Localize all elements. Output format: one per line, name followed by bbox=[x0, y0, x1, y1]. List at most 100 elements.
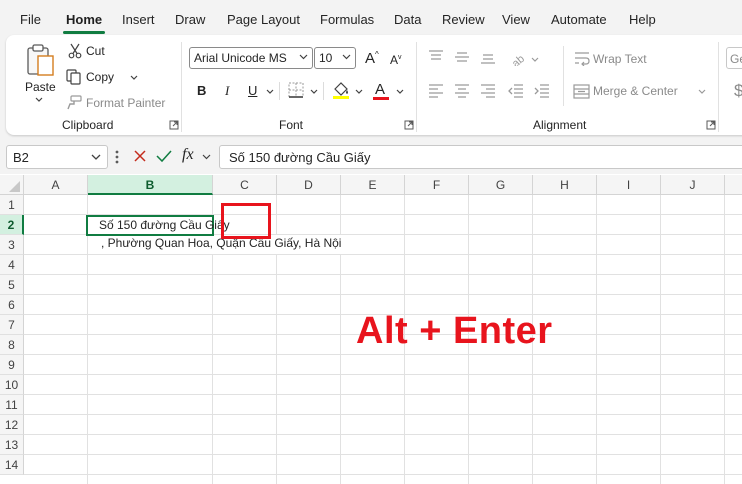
select-all-corner[interactable] bbox=[0, 175, 24, 195]
fill-color-chevron-down-icon[interactable] bbox=[355, 89, 363, 95]
scissors-icon[interactable] bbox=[68, 43, 82, 59]
gridline bbox=[24, 454, 742, 455]
copy-chevron-down-icon[interactable] bbox=[130, 75, 138, 81]
name-box-chevron-down-icon[interactable] bbox=[91, 154, 101, 161]
number-format-dropdown[interactable]: Ge bbox=[726, 47, 742, 69]
borders-icon[interactable] bbox=[288, 82, 304, 98]
fx-chevron-down-icon[interactable] bbox=[202, 154, 211, 160]
formula-input[interactable]: Số 150 đường Cầu Giấy bbox=[219, 145, 742, 169]
tab-home[interactable]: Home bbox=[66, 12, 102, 27]
underline-button[interactable]: U bbox=[248, 83, 257, 98]
enter-check-icon[interactable] bbox=[156, 149, 172, 163]
cancel-icon[interactable] bbox=[133, 149, 147, 163]
row-header-9[interactable]: 9 bbox=[0, 355, 24, 375]
font-color-chevron-down-icon[interactable] bbox=[396, 89, 404, 95]
middle-align-icon[interactable] bbox=[454, 50, 470, 64]
column-header-h[interactable]: H bbox=[533, 175, 597, 195]
column-header-k[interactable] bbox=[725, 175, 742, 195]
gridline bbox=[660, 195, 661, 484]
tab-file[interactable]: File bbox=[20, 12, 41, 27]
ribbon-separator bbox=[181, 42, 182, 132]
font-launcher-icon[interactable] bbox=[404, 120, 414, 130]
bold-button[interactable]: B bbox=[197, 83, 206, 98]
column-header-i[interactable]: I bbox=[597, 175, 661, 195]
font-separator bbox=[323, 82, 324, 100]
tab-view[interactable]: View bbox=[502, 12, 530, 27]
font-name-dropdown[interactable]: Arial Unicode MS bbox=[189, 47, 313, 69]
decrease-font-size-icon: A bbox=[390, 53, 399, 67]
copy-button[interactable]: Copy bbox=[86, 70, 114, 84]
clipboard-group-label: Clipboard bbox=[62, 118, 114, 132]
fill-color-icon[interactable] bbox=[332, 81, 350, 100]
decrease-indent-icon[interactable] bbox=[508, 84, 524, 98]
row-header-6[interactable]: 6 bbox=[0, 295, 24, 315]
column-header-c[interactable]: C bbox=[213, 175, 277, 195]
insert-function-button[interactable]: fx bbox=[182, 146, 194, 164]
merge-center-button[interactable]: Merge & Center bbox=[593, 84, 678, 98]
increase-indent-icon[interactable] bbox=[534, 84, 550, 98]
column-header-b[interactable]: B bbox=[88, 175, 213, 195]
row-header-13[interactable]: 13 bbox=[0, 435, 24, 455]
orientation-chevron-down-icon[interactable] bbox=[531, 57, 539, 63]
font-size-value: 10 bbox=[319, 51, 333, 65]
italic-button[interactable]: I bbox=[225, 83, 229, 99]
clipboard-launcher-icon[interactable] bbox=[169, 120, 179, 130]
wrap-text-button[interactable]: Wrap Text bbox=[593, 52, 647, 66]
more-options-icon[interactable] bbox=[115, 150, 119, 164]
wrap-text-icon[interactable] bbox=[574, 51, 590, 66]
tab-help[interactable]: Help bbox=[629, 12, 656, 27]
column-header-j[interactable]: J bbox=[661, 175, 725, 195]
row-header-8[interactable]: 8 bbox=[0, 335, 24, 355]
gridline bbox=[596, 195, 597, 484]
column-header-g[interactable]: G bbox=[469, 175, 533, 195]
tab-page-layout[interactable]: Page Layout bbox=[227, 12, 300, 27]
font-size-dropdown[interactable]: 10 bbox=[314, 47, 356, 69]
row-header-4[interactable]: 4 bbox=[0, 255, 24, 275]
paste-button[interactable]: Paste bbox=[25, 80, 56, 94]
row-header-12[interactable]: 12 bbox=[0, 415, 24, 435]
tab-insert[interactable]: Insert bbox=[122, 12, 155, 27]
alignment-launcher-icon[interactable] bbox=[706, 120, 716, 130]
row-header-2[interactable]: 2 bbox=[0, 215, 24, 235]
tab-draw[interactable]: Draw bbox=[175, 12, 205, 27]
name-box[interactable]: B2 bbox=[6, 145, 108, 169]
tab-review[interactable]: Review bbox=[442, 12, 485, 27]
row-header-1[interactable]: 1 bbox=[0, 195, 24, 215]
paste-chevron-down-icon[interactable] bbox=[35, 97, 43, 103]
alignment-separator bbox=[563, 46, 564, 106]
decrease-font-size-button[interactable]: Av bbox=[390, 53, 402, 67]
align-left-icon[interactable] bbox=[428, 84, 444, 98]
increase-font-size-button[interactable]: A^ bbox=[365, 50, 379, 67]
underline-chevron-down-icon[interactable] bbox=[266, 89, 274, 95]
column-header-d[interactable]: D bbox=[277, 175, 341, 195]
align-center-icon[interactable] bbox=[454, 84, 470, 98]
column-header-a[interactable]: A bbox=[24, 175, 88, 195]
bottom-align-icon[interactable] bbox=[480, 50, 496, 64]
orientation-icon[interactable]: ab bbox=[510, 50, 526, 66]
paste-icon[interactable] bbox=[26, 44, 56, 78]
tab-formulas[interactable]: Formulas bbox=[320, 12, 374, 27]
cut-button[interactable]: Cut bbox=[86, 44, 105, 58]
tab-automate[interactable]: Automate bbox=[551, 12, 607, 27]
column-header-e[interactable]: E bbox=[341, 175, 405, 195]
column-header-f[interactable]: F bbox=[405, 175, 469, 195]
row-header-5[interactable]: 5 bbox=[0, 275, 24, 295]
borders-chevron-down-icon[interactable] bbox=[310, 89, 318, 95]
row-header-3[interactable]: 3 bbox=[0, 235, 24, 255]
row-header-11[interactable]: 11 bbox=[0, 395, 24, 415]
copy-icon[interactable] bbox=[66, 69, 81, 85]
tab-data[interactable]: Data bbox=[394, 12, 421, 27]
align-right-icon[interactable] bbox=[480, 84, 496, 98]
top-align-icon[interactable] bbox=[428, 50, 444, 64]
merge-center-chevron-down-icon[interactable] bbox=[698, 89, 706, 95]
row-header-14[interactable]: 14 bbox=[0, 455, 24, 475]
font-color-button[interactable]: A bbox=[375, 81, 385, 98]
row-header-7[interactable]: 7 bbox=[0, 315, 24, 335]
format-painter-button[interactable]: Format Painter bbox=[86, 96, 165, 110]
merge-center-icon[interactable] bbox=[573, 84, 590, 99]
format-painter-icon[interactable] bbox=[66, 95, 82, 110]
number-format-value: Ge bbox=[730, 52, 742, 66]
gridline bbox=[24, 354, 742, 355]
currency-format-button[interactable]: $ bbox=[734, 81, 742, 101]
row-header-10[interactable]: 10 bbox=[0, 375, 24, 395]
